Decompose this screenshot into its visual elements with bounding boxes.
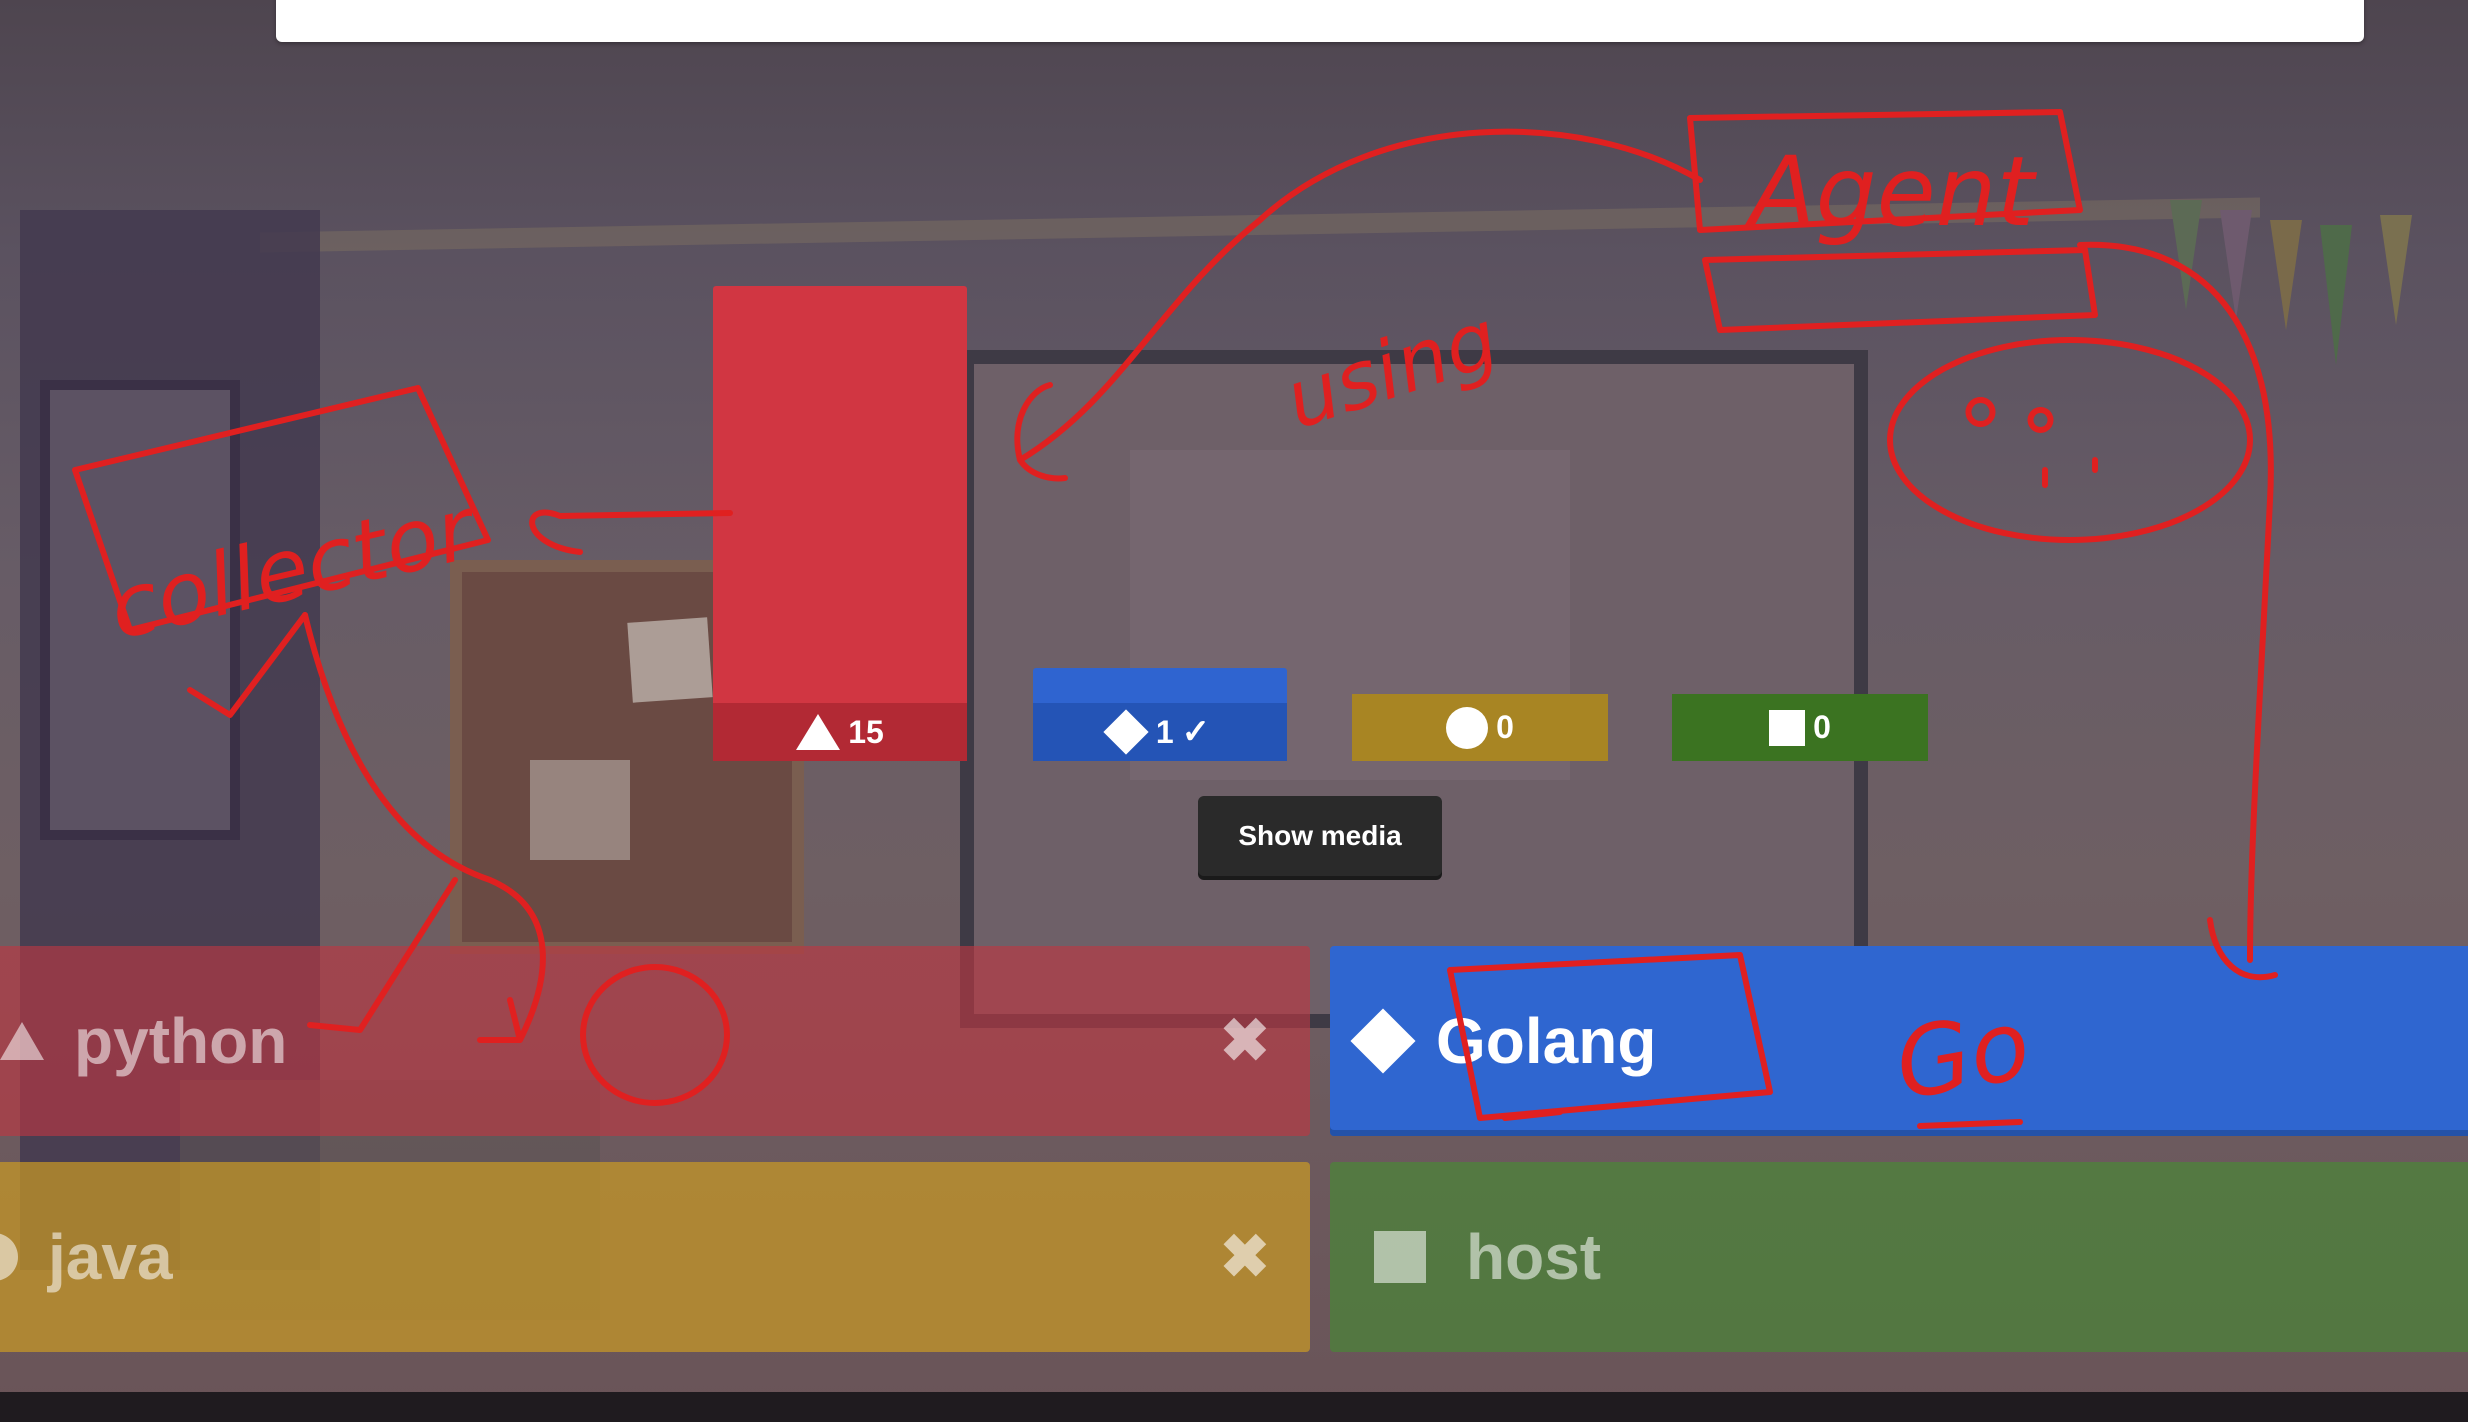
diamond-icon bbox=[1350, 1008, 1416, 1074]
result-count: 0 bbox=[1813, 709, 1831, 745]
incorrect-icon: ✖ bbox=[1219, 1007, 1270, 1074]
result-bar-diamond: 1 ✓ bbox=[1033, 668, 1287, 761]
result-count: 15 bbox=[848, 713, 884, 750]
check-icon: ✓ bbox=[1181, 713, 1211, 751]
answer-java: java ✖ bbox=[0, 1162, 1310, 1352]
result-bar-triangle: 15 bbox=[713, 286, 967, 761]
result-bar-label: 0 bbox=[1672, 694, 1928, 761]
answer-host: host bbox=[1330, 1162, 2468, 1352]
result-bar-square: 0 bbox=[1672, 694, 1928, 761]
circle-icon bbox=[0, 1233, 18, 1281]
result-bar-label: 0 bbox=[1352, 694, 1608, 761]
incorrect-icon: ✖ bbox=[1219, 1223, 1270, 1290]
answer-label: host bbox=[1466, 1221, 1602, 1293]
question-banner bbox=[276, 0, 2364, 42]
answer-golang: Golang bbox=[1330, 946, 2468, 1136]
bunting-flags bbox=[2170, 200, 2468, 380]
answer-label: Golang bbox=[1436, 1005, 1657, 1077]
pinned-note bbox=[530, 760, 630, 860]
triangle-icon bbox=[796, 714, 841, 750]
result-bar-circle: 0 bbox=[1352, 694, 1608, 761]
result-count: 1 bbox=[1155, 713, 1174, 750]
answer-label: python bbox=[74, 1005, 288, 1077]
pinned-note bbox=[627, 617, 713, 703]
diamond-icon bbox=[1103, 709, 1149, 755]
result-bar-label: 1 ✓ bbox=[1033, 703, 1287, 761]
answer-label: java bbox=[48, 1221, 173, 1293]
square-icon bbox=[1769, 709, 1806, 746]
result-count: 0 bbox=[1496, 709, 1514, 745]
triangle-icon bbox=[0, 1022, 44, 1060]
bottom-bar bbox=[0, 1392, 2468, 1422]
circle-icon bbox=[1446, 706, 1489, 749]
show-media-button[interactable]: Show media bbox=[1198, 796, 1442, 876]
door-window bbox=[40, 380, 240, 840]
answer-python: python ✖ bbox=[0, 946, 1310, 1136]
result-bar-label: 15 bbox=[713, 703, 967, 761]
square-icon bbox=[1374, 1231, 1426, 1283]
